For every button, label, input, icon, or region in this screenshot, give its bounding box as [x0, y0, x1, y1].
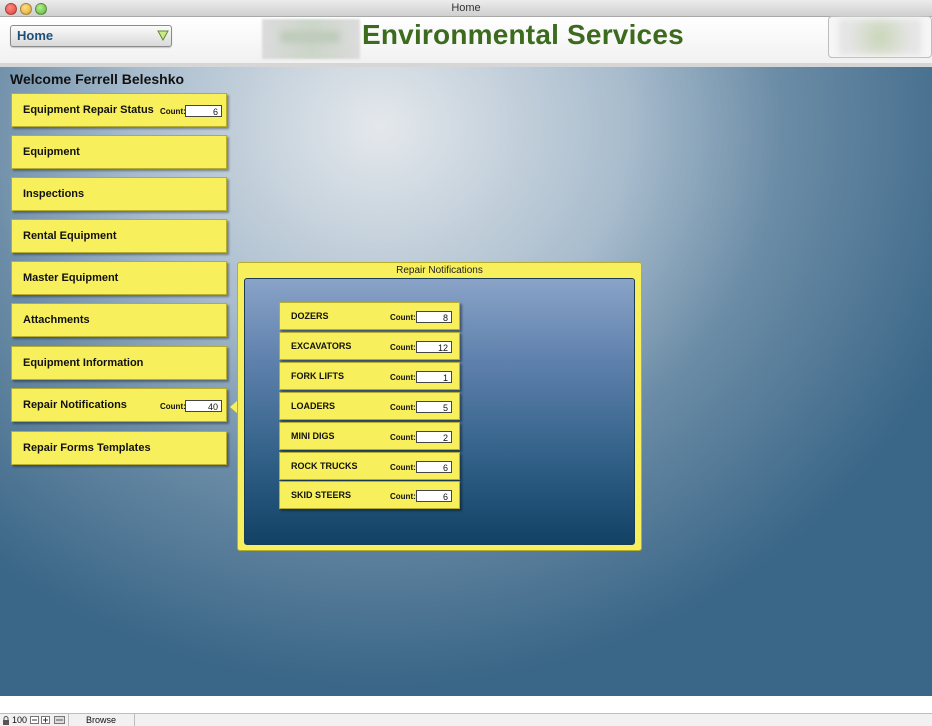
- notif-label: SKID STEERS: [291, 490, 352, 500]
- repair-notifications-popover: Repair Notifications DOZERS Count: 8 EXC…: [237, 262, 642, 551]
- notif-fork-lifts[interactable]: FORK LIFTS Count: 1: [279, 362, 460, 390]
- notif-label: LOADERS: [291, 401, 336, 411]
- menu-repair-notifications[interactable]: Repair Notifications Count: 40: [11, 388, 227, 422]
- count-field: 2: [416, 431, 452, 443]
- notif-label: ROCK TRUCKS: [291, 461, 358, 471]
- count-field: 1: [416, 371, 452, 383]
- menu-master-equipment[interactable]: Master Equipment: [11, 261, 227, 295]
- menu-equipment[interactable]: Equipment: [11, 135, 227, 169]
- user-photo: [828, 16, 932, 58]
- notif-label: MINI DIGS: [291, 431, 335, 441]
- notif-label: DOZERS: [291, 311, 329, 321]
- notif-dozers[interactable]: DOZERS Count: 8: [279, 302, 460, 330]
- zoom-window-icon[interactable]: [35, 3, 47, 15]
- count-label: Count:: [390, 313, 416, 322]
- count-field: 6: [416, 490, 452, 502]
- menu-label: Equipment Repair Status: [23, 104, 154, 116]
- popover-title: Repair Notifications: [396, 265, 483, 276]
- count-field: 6: [416, 461, 452, 473]
- notif-label: EXCAVATORS: [291, 341, 352, 351]
- window-title: Home: [451, 2, 481, 14]
- zoom-out-icon[interactable]: [30, 716, 39, 724]
- count-label: Count:: [390, 492, 416, 501]
- menu-inspections[interactable]: Inspections: [11, 177, 227, 211]
- brand-title: Environmental Services: [362, 19, 684, 50]
- status-divider: [68, 714, 69, 726]
- menu-attachments[interactable]: Attachments: [11, 303, 227, 337]
- menu-label: Equipment Information: [23, 357, 144, 369]
- notif-excavators[interactable]: EXCAVATORS Count: 12: [279, 332, 460, 360]
- count-label: Count:: [390, 343, 416, 352]
- notif-label: FORK LIFTS: [291, 371, 344, 381]
- company-logo: [262, 19, 360, 59]
- menu-label: Repair Forms Templates: [23, 442, 151, 454]
- count-field: 5: [416, 401, 452, 413]
- count-label: Count:: [160, 402, 186, 411]
- toggle-toolbar-icon[interactable]: [54, 716, 65, 724]
- count-field: 6: [185, 105, 222, 117]
- lock-icon: [3, 716, 9, 725]
- menu-label: Attachments: [23, 314, 90, 326]
- count-field: 12: [416, 341, 452, 353]
- notif-mini-digs[interactable]: MINI DIGS Count: 2: [279, 422, 460, 450]
- home-select-label: Home: [17, 28, 54, 43]
- menu-label: Rental Equipment: [23, 230, 117, 242]
- count-label: Count:: [390, 463, 416, 472]
- count-field: 8: [416, 311, 452, 323]
- home-layout-select[interactable]: Home: [10, 25, 172, 47]
- notif-skid-steers[interactable]: SKID STEERS Count: 6: [279, 481, 460, 509]
- minimize-window-icon[interactable]: [20, 3, 32, 15]
- main-area: Welcome Ferrell Beleshko Equipment Repai…: [0, 67, 932, 696]
- menu-repair-forms-templates[interactable]: Repair Forms Templates: [11, 431, 227, 465]
- status-bar: 100 Browse: [0, 713, 932, 726]
- count-label: Count:: [160, 107, 186, 116]
- count-label: Count:: [390, 373, 416, 382]
- zoom-in-icon[interactable]: [41, 716, 50, 724]
- status-divider: [134, 714, 135, 726]
- count-label: Count:: [390, 433, 416, 442]
- chevron-down-icon: [157, 30, 169, 41]
- menu-label: Master Equipment: [23, 272, 119, 284]
- menu-label: Inspections: [23, 188, 85, 200]
- notif-rock-trucks[interactable]: ROCK TRUCKS Count: 6: [279, 452, 460, 480]
- mode-indicator[interactable]: Browse: [86, 714, 116, 726]
- app-header: Home Environmental Services: [0, 16, 932, 67]
- count-field: 40: [185, 400, 222, 412]
- menu-rental-equipment[interactable]: Rental Equipment: [11, 219, 227, 253]
- count-label: Count:: [390, 403, 416, 412]
- menu-label: Equipment: [23, 146, 80, 158]
- welcome-message: Welcome Ferrell Beleshko: [10, 71, 185, 87]
- zoom-level: 100: [12, 715, 28, 725]
- close-window-icon[interactable]: [5, 3, 17, 15]
- popover-content: DOZERS Count: 8 EXCAVATORS Count: 12 FOR…: [244, 278, 635, 545]
- menu-label: Repair Notifications: [23, 399, 127, 411]
- menu-equipment-information[interactable]: Equipment Information: [11, 346, 227, 380]
- menu-equipment-repair-status[interactable]: Equipment Repair Status Count: 6: [11, 93, 227, 127]
- notif-loaders[interactable]: LOADERS Count: 5: [279, 392, 460, 420]
- window-titlebar: Home: [0, 0, 932, 17]
